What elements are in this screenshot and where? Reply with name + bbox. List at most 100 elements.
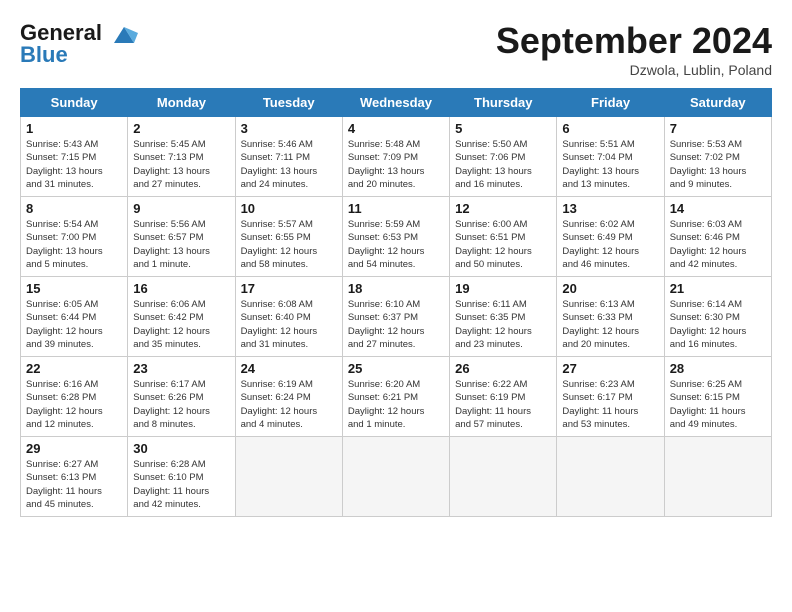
day-info: Sunrise: 6:17 AM Sunset: 6:26 PM Dayligh… — [133, 378, 229, 431]
calendar-cell: 12 Sunrise: 6:00 AM Sunset: 6:51 PM Dayli… — [450, 197, 557, 277]
weekday-header-sunday: Sunday — [21, 89, 128, 117]
day-number: 8 — [26, 201, 122, 216]
day-info: Sunrise: 6:02 AM Sunset: 6:49 PM Dayligh… — [562, 218, 658, 271]
day-number: 19 — [455, 281, 551, 296]
calendar-cell: 19 Sunrise: 6:11 AM Sunset: 6:35 PM Dayli… — [450, 277, 557, 357]
weekday-header-row: SundayMondayTuesdayWednesdayThursdayFrid… — [21, 89, 772, 117]
weekday-header-monday: Monday — [128, 89, 235, 117]
day-info: Sunrise: 6:25 AM Sunset: 6:15 PM Dayligh… — [670, 378, 766, 431]
calendar-cell: 5 Sunrise: 5:50 AM Sunset: 7:06 PM Daylig… — [450, 117, 557, 197]
day-number: 15 — [26, 281, 122, 296]
calendar-week-2: 8Sunrise: 5:54 AM Sunset: 7:00 PM Daylig… — [21, 197, 772, 277]
logo: General Blue — [20, 20, 138, 68]
calendar-week-1: 1 Sunrise: 5:43 AM Sunset: 7:15 PM Daylig… — [21, 117, 772, 197]
day-info: Sunrise: 6:20 AM Sunset: 6:21 PM Dayligh… — [348, 378, 444, 431]
day-info: Sunrise: 6:27 AM Sunset: 6:13 PM Dayligh… — [26, 458, 122, 511]
day-number: 24 — [241, 361, 337, 376]
day-number: 5 — [455, 121, 551, 136]
calendar-cell: 24Sunrise: 6:19 AM Sunset: 6:24 PM Dayli… — [235, 357, 342, 437]
day-number: 6 — [562, 121, 658, 136]
day-number: 22 — [26, 361, 122, 376]
day-info: Sunrise: 5:46 AM Sunset: 7:11 PM Dayligh… — [241, 138, 337, 191]
calendar-cell: 2 Sunrise: 5:45 AM Sunset: 7:13 PM Daylig… — [128, 117, 235, 197]
calendar-cell: 22 Sunrise: 6:16 AM Sunset: 6:28 PM Dayli… — [21, 357, 128, 437]
day-number: 11 — [348, 201, 444, 216]
day-info: Sunrise: 6:08 AM Sunset: 6:40 PM Dayligh… — [241, 298, 337, 351]
calendar-week-5: 29 Sunrise: 6:27 AM Sunset: 6:13 PM Dayli… — [21, 437, 772, 517]
day-info: Sunrise: 5:53 AM Sunset: 7:02 PM Dayligh… — [670, 138, 766, 191]
calendar-cell: 7Sunrise: 5:53 AM Sunset: 7:02 PM Daylig… — [664, 117, 771, 197]
day-info: Sunrise: 6:06 AM Sunset: 6:42 PM Dayligh… — [133, 298, 229, 351]
day-number: 28 — [670, 361, 766, 376]
calendar-cell — [450, 437, 557, 517]
calendar-cell: 13 Sunrise: 6:02 AM Sunset: 6:49 PM Dayli… — [557, 197, 664, 277]
day-number: 10 — [241, 201, 337, 216]
calendar-cell: 6 Sunrise: 5:51 AM Sunset: 7:04 PM Daylig… — [557, 117, 664, 197]
title-block: September 2024 Dzwola, Lublin, Poland — [496, 20, 772, 78]
calendar-cell: 18 Sunrise: 6:10 AM Sunset: 6:37 PM Dayli… — [342, 277, 449, 357]
calendar-cell: 27 Sunrise: 6:23 AM Sunset: 6:17 PM Dayli… — [557, 357, 664, 437]
day-info: Sunrise: 6:05 AM Sunset: 6:44 PM Dayligh… — [26, 298, 122, 351]
calendar-cell: 21Sunrise: 6:14 AM Sunset: 6:30 PM Dayli… — [664, 277, 771, 357]
calendar-week-4: 22 Sunrise: 6:16 AM Sunset: 6:28 PM Dayli… — [21, 357, 772, 437]
day-number: 4 — [348, 121, 444, 136]
calendar-cell: 10 Sunrise: 5:57 AM Sunset: 6:55 PM Dayli… — [235, 197, 342, 277]
month-title: September 2024 — [496, 20, 772, 62]
day-number: 26 — [455, 361, 551, 376]
calendar-cell: 26 Sunrise: 6:22 AM Sunset: 6:19 PM Dayli… — [450, 357, 557, 437]
day-info: Sunrise: 5:56 AM Sunset: 6:57 PM Dayligh… — [133, 218, 229, 271]
weekday-header-thursday: Thursday — [450, 89, 557, 117]
calendar-cell: 11 Sunrise: 5:59 AM Sunset: 6:53 PM Dayli… — [342, 197, 449, 277]
day-info: Sunrise: 5:45 AM Sunset: 7:13 PM Dayligh… — [133, 138, 229, 191]
calendar-cell — [557, 437, 664, 517]
weekday-header-friday: Friday — [557, 89, 664, 117]
page-header: General Blue September 2024 Dzwola, Lubl… — [20, 20, 772, 78]
day-info: Sunrise: 5:51 AM Sunset: 7:04 PM Dayligh… — [562, 138, 658, 191]
day-number: 17 — [241, 281, 337, 296]
calendar-cell: 25 Sunrise: 6:20 AM Sunset: 6:21 PM Dayli… — [342, 357, 449, 437]
day-number: 29 — [26, 441, 122, 456]
day-number: 13 — [562, 201, 658, 216]
day-info: Sunrise: 6:14 AM Sunset: 6:30 PM Dayligh… — [670, 298, 766, 351]
day-number: 20 — [562, 281, 658, 296]
calendar-cell: 4 Sunrise: 5:48 AM Sunset: 7:09 PM Daylig… — [342, 117, 449, 197]
day-info: Sunrise: 5:48 AM Sunset: 7:09 PM Dayligh… — [348, 138, 444, 191]
calendar-table: SundayMondayTuesdayWednesdayThursdayFrid… — [20, 88, 772, 517]
day-info: Sunrise: 5:57 AM Sunset: 6:55 PM Dayligh… — [241, 218, 337, 271]
calendar-cell: 15 Sunrise: 6:05 AM Sunset: 6:44 PM Dayli… — [21, 277, 128, 357]
day-number: 25 — [348, 361, 444, 376]
calendar-cell: 17 Sunrise: 6:08 AM Sunset: 6:40 PM Dayli… — [235, 277, 342, 357]
day-info: Sunrise: 6:11 AM Sunset: 6:35 PM Dayligh… — [455, 298, 551, 351]
calendar-cell: 1 Sunrise: 5:43 AM Sunset: 7:15 PM Daylig… — [21, 117, 128, 197]
day-number: 16 — [133, 281, 229, 296]
day-number: 27 — [562, 361, 658, 376]
weekday-header-wednesday: Wednesday — [342, 89, 449, 117]
location: Dzwola, Lublin, Poland — [496, 62, 772, 78]
day-number: 1 — [26, 121, 122, 136]
calendar-cell — [664, 437, 771, 517]
calendar-cell: 23Sunrise: 6:17 AM Sunset: 6:26 PM Dayli… — [128, 357, 235, 437]
day-info: Sunrise: 5:50 AM Sunset: 7:06 PM Dayligh… — [455, 138, 551, 191]
day-info: Sunrise: 6:03 AM Sunset: 6:46 PM Dayligh… — [670, 218, 766, 271]
day-info: Sunrise: 6:10 AM Sunset: 6:37 PM Dayligh… — [348, 298, 444, 351]
calendar-cell: 16 Sunrise: 6:06 AM Sunset: 6:42 PM Dayli… — [128, 277, 235, 357]
day-info: Sunrise: 6:28 AM Sunset: 6:10 PM Dayligh… — [133, 458, 229, 511]
calendar-cell: 3 Sunrise: 5:46 AM Sunset: 7:11 PM Daylig… — [235, 117, 342, 197]
day-info: Sunrise: 5:59 AM Sunset: 6:53 PM Dayligh… — [348, 218, 444, 271]
calendar-cell — [235, 437, 342, 517]
day-info: Sunrise: 6:00 AM Sunset: 6:51 PM Dayligh… — [455, 218, 551, 271]
day-number: 2 — [133, 121, 229, 136]
day-info: Sunrise: 5:43 AM Sunset: 7:15 PM Dayligh… — [26, 138, 122, 191]
logo-icon — [110, 23, 138, 45]
day-number: 18 — [348, 281, 444, 296]
day-info: Sunrise: 6:22 AM Sunset: 6:19 PM Dayligh… — [455, 378, 551, 431]
weekday-header-saturday: Saturday — [664, 89, 771, 117]
calendar-cell — [342, 437, 449, 517]
calendar-week-3: 15 Sunrise: 6:05 AM Sunset: 6:44 PM Dayli… — [21, 277, 772, 357]
day-info: Sunrise: 6:23 AM Sunset: 6:17 PM Dayligh… — [562, 378, 658, 431]
day-info: Sunrise: 6:13 AM Sunset: 6:33 PM Dayligh… — [562, 298, 658, 351]
day-info: Sunrise: 6:16 AM Sunset: 6:28 PM Dayligh… — [26, 378, 122, 431]
day-number: 3 — [241, 121, 337, 136]
day-number: 30 — [133, 441, 229, 456]
day-number: 12 — [455, 201, 551, 216]
